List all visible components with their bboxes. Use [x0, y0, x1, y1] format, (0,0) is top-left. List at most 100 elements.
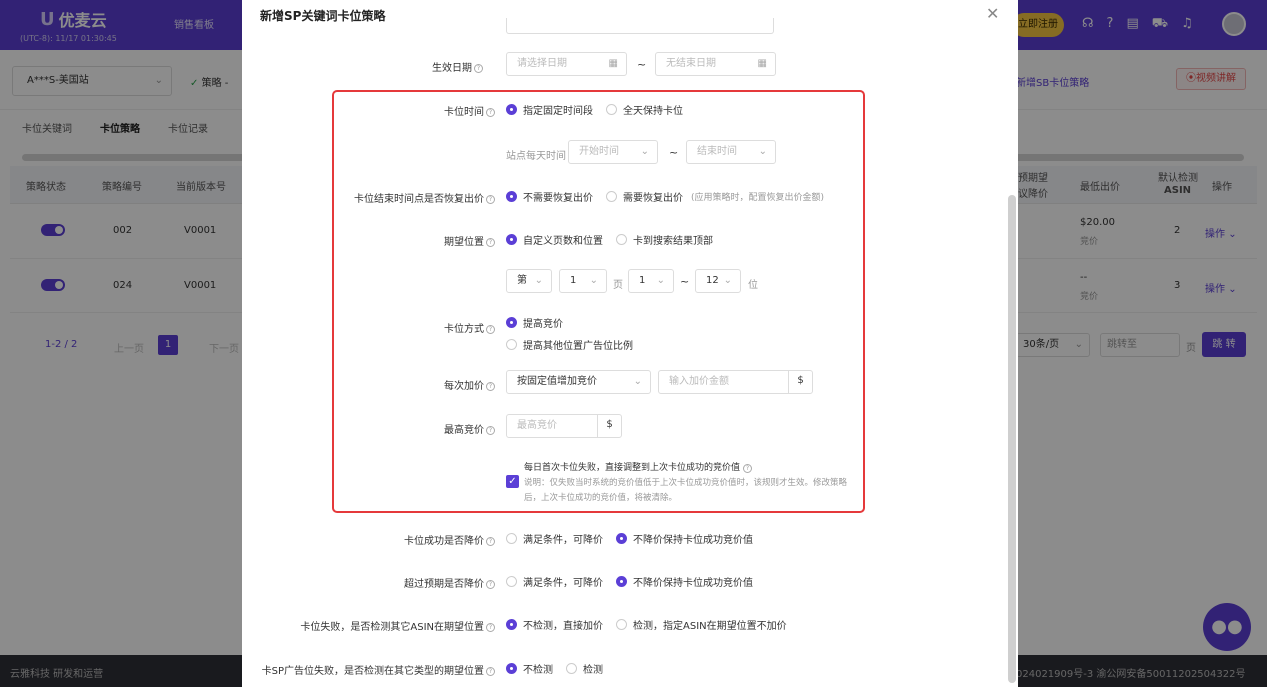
radio-no-restore[interactable]: 不需要恢复出价 — [506, 189, 593, 204]
radio-label: 指定固定时间段 — [523, 106, 593, 117]
first-fail-text: 每日首次卡位失败，直接调整到上次卡位成功的竞价值 — [524, 463, 741, 473]
page-number-value: 1 — [570, 275, 577, 286]
radio-dot — [566, 663, 577, 674]
over-expect-text: 超过预期是否降价 — [404, 579, 484, 590]
radio-label: 自定义页数和位置 — [523, 236, 603, 247]
radio-label: 不需要恢复出价 — [523, 193, 593, 204]
modal-title: 新增SP关键词卡位策略 — [260, 9, 386, 23]
chevron-down-icon: ⌄ — [589, 275, 598, 286]
position-from-value: 1 — [639, 275, 646, 286]
check-other-type-label: 卡SP广告位失败，是否检测在其它类型的期望位置? — [245, 662, 495, 677]
end-time-select[interactable]: 结束时间 ⌄ — [686, 140, 776, 164]
chevron-down-icon: ⌄ — [534, 275, 543, 286]
start-time-select[interactable]: 开始时间 ⌄ — [568, 140, 658, 164]
help-icon[interactable]: ? — [486, 666, 495, 676]
radio-raise-placement-ratio[interactable]: 提高其他位置广告位比例 — [506, 337, 633, 352]
radio-no-check-asin[interactable]: 不检测，直接加价 — [506, 617, 603, 632]
radio-label: 卡到搜索结果顶部 — [633, 236, 713, 247]
position-to-select[interactable]: 12 ⌄ — [695, 269, 741, 293]
end-date-placeholder: 无结束日期 — [666, 58, 716, 69]
start-date-placeholder: 请选择日期 — [517, 58, 567, 69]
radio-raise-bid[interactable]: 提高竞价 — [506, 315, 563, 330]
restore-bid-text: 卡位结束时间点是否恢复出价 — [354, 194, 484, 205]
radio-dot — [616, 234, 627, 245]
help-icon[interactable]: ? — [486, 194, 495, 204]
radio-label: 全天保持卡位 — [623, 106, 683, 117]
increment-mode-select[interactable]: 按固定值增加竞价 ⌄ — [506, 370, 651, 394]
radio-dot — [506, 663, 517, 674]
position-range-separator: ~ — [680, 275, 690, 288]
radio-label: 提高其他位置广告位比例 — [523, 341, 633, 352]
max-bid-input[interactable]: 最高竞价 $ — [506, 414, 622, 438]
expected-position-text: 期望位置 — [444, 237, 484, 248]
radio-dot — [606, 191, 617, 202]
success-lower-text: 卡位成功是否降价 — [404, 536, 484, 547]
radio-restore[interactable]: 需要恢复出价 (应用策略时，配置恢复出价金额) — [606, 189, 824, 204]
radio-success-keep-bid[interactable]: 不降价保持卡位成功竞价值 — [616, 531, 753, 546]
radio-dot — [506, 576, 517, 587]
date-range-separator: ~ — [637, 58, 647, 71]
max-bid-placeholder: 最高竞价 — [517, 420, 557, 431]
radio-label: 检测，指定ASIN在期望位置不加价 — [633, 621, 787, 632]
help-icon[interactable]: ? — [743, 464, 753, 473]
radio-dot — [506, 317, 517, 328]
radio-top-of-search[interactable]: 卡到搜索结果顶部 — [616, 232, 713, 247]
radio-no-check-other-type[interactable]: 不检测 — [506, 661, 553, 676]
position-prefix-select[interactable]: 第 ⌄ — [506, 269, 552, 293]
check-asin-text: 卡位失败，是否检测其它ASIN在期望位置 — [300, 622, 484, 633]
position-prefix-value: 第 — [517, 275, 527, 286]
help-icon[interactable]: ? — [486, 324, 495, 334]
radio-dot — [616, 533, 627, 544]
first-fail-checkbox[interactable]: ✓ — [506, 475, 519, 488]
help-icon[interactable]: ? — [486, 381, 495, 391]
chevron-down-icon: ⌄ — [656, 275, 665, 286]
modal-scrollbar[interactable] — [1008, 195, 1016, 683]
radio-over-keep-bid[interactable]: 不降价保持卡位成功竞价值 — [616, 574, 753, 589]
help-icon[interactable]: ? — [474, 63, 483, 73]
help-icon[interactable]: ? — [486, 107, 495, 117]
radio-dot — [506, 533, 517, 544]
radio-check-asin[interactable]: 检测，指定ASIN在期望位置不加价 — [616, 617, 787, 632]
end-time-placeholder: 结束时间 — [697, 146, 737, 157]
help-icon[interactable]: ? — [486, 237, 495, 247]
radio-label: 不检测，直接加价 — [523, 621, 603, 632]
radio-all-day[interactable]: 全天保持卡位 — [606, 102, 683, 117]
radio-over-can-lower[interactable]: 满足条件，可降价 — [506, 574, 603, 589]
radio-label: 不降价保持卡位成功竞价值 — [633, 535, 753, 546]
chevron-down-icon: ⌄ — [633, 376, 642, 387]
help-icon[interactable]: ? — [486, 425, 495, 435]
radio-success-can-lower[interactable]: 满足条件，可降价 — [506, 531, 603, 546]
check-other-type-text: 卡SP广告位失败，是否检测在其它类型的期望位置 — [261, 666, 484, 677]
page-number-select[interactable]: 1 ⌄ — [559, 269, 607, 293]
help-icon[interactable]: ? — [486, 622, 495, 632]
radio-dot — [506, 191, 517, 202]
help-icon[interactable]: ? — [486, 579, 495, 589]
first-fail-title: 每日首次卡位失败，直接调整到上次卡位成功的竞价值? — [524, 460, 753, 473]
increment-text: 每次加价 — [444, 381, 484, 392]
slot-method-label: 卡位方式? — [245, 320, 495, 335]
radio-dot — [606, 104, 617, 115]
increment-amount-input[interactable]: 输入加价金额 $ — [658, 370, 813, 394]
max-bid-text: 最高竞价 — [444, 425, 484, 436]
calendar-icon: ▦ — [757, 58, 767, 69]
restore-bid-label: 卡位结束时间点是否恢复出价? — [245, 190, 495, 205]
radio-label: 不检测 — [523, 665, 553, 676]
expected-position-label: 期望位置? — [245, 233, 495, 248]
position-from-select[interactable]: 1 ⌄ — [628, 269, 674, 293]
position-to-value: 12 — [706, 275, 719, 286]
radio-fixed-period[interactable]: 指定固定时间段 — [506, 102, 593, 117]
currency-addon: $ — [597, 414, 621, 438]
radio-check-other-type[interactable]: 检测 — [566, 661, 603, 676]
success-lower-label: 卡位成功是否降价? — [245, 532, 495, 547]
slot-method-text: 卡位方式 — [444, 324, 484, 335]
radio-label: 检测 — [583, 665, 603, 676]
close-icon[interactable]: ✕ — [986, 4, 999, 23]
start-date-input[interactable]: 请选择日期 ▦ — [506, 52, 627, 76]
daily-time-label: 站点每天时间 — [506, 151, 566, 162]
radio-label: 需要恢复出价 — [623, 193, 683, 204]
first-fail-description: 说明：仅失败当时系统的竞价值低于上次卡位成功竞价值时，该规则才生效。修改策略后，… — [524, 478, 848, 503]
effective-date-text: 生效日期 — [432, 63, 472, 74]
help-icon[interactable]: ? — [486, 536, 495, 546]
end-date-input[interactable]: 无结束日期 ▦ — [655, 52, 776, 76]
radio-custom-position[interactable]: 自定义页数和位置 — [506, 232, 603, 247]
